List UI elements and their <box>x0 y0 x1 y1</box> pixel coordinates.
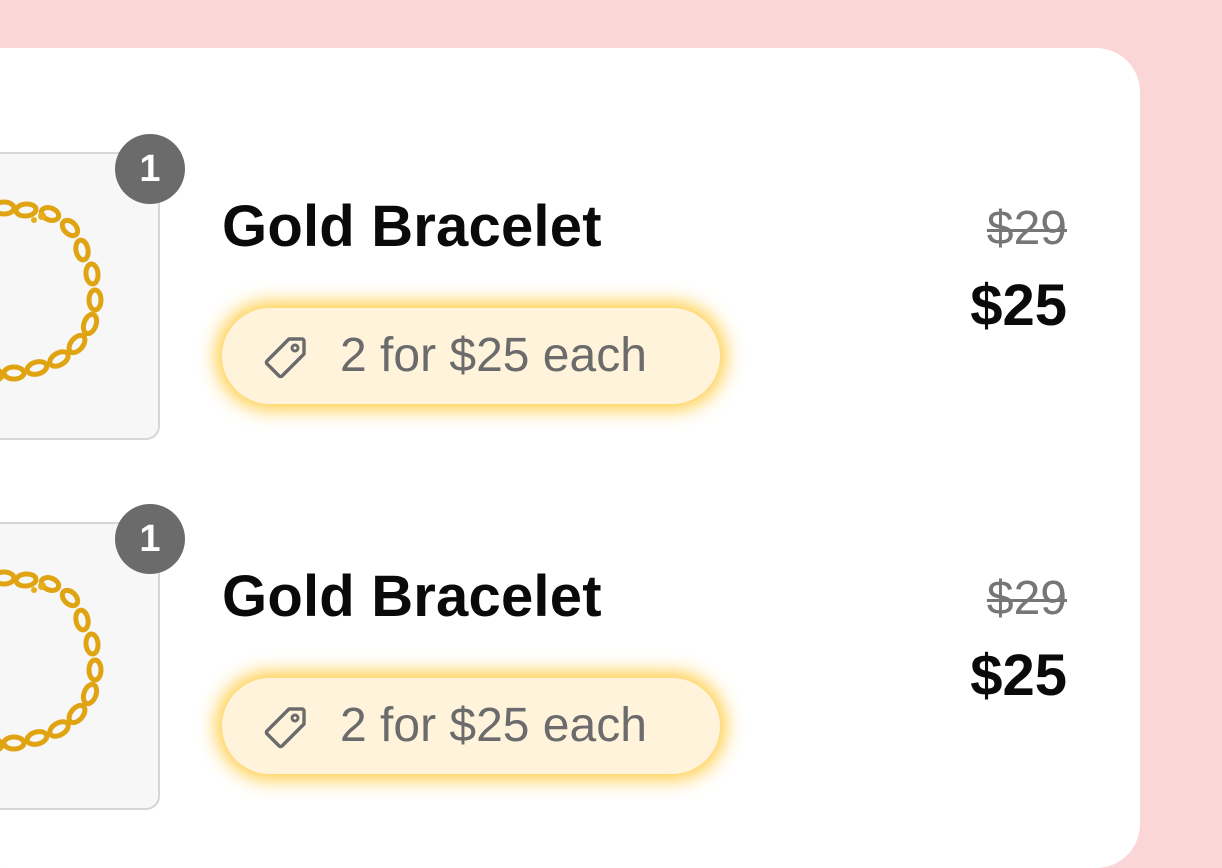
promo-pill: 2 for $25 each <box>222 678 720 774</box>
product-title[interactable]: Gold Bracelet <box>222 562 602 632</box>
original-price: $29 <box>986 572 1067 625</box>
sale-price: $25 <box>970 643 1067 708</box>
cart-line-item[interactable]: 1 Gold Bracelet 2 for $25 each $29 $25 <box>0 370 1222 810</box>
sale-price: $25 <box>970 273 1067 338</box>
quantity-badge: 1 <box>115 504 185 574</box>
tag-icon <box>264 707 306 749</box>
product-title[interactable]: Gold Bracelet <box>222 192 602 262</box>
original-price: $29 <box>986 202 1067 255</box>
quantity-badge: 1 <box>115 134 185 204</box>
cart-line-item[interactable]: 1 Gold Bracelet 2 for $25 each $29 $25 <box>0 0 1222 440</box>
promo-text: 2 for $25 each <box>340 699 647 752</box>
